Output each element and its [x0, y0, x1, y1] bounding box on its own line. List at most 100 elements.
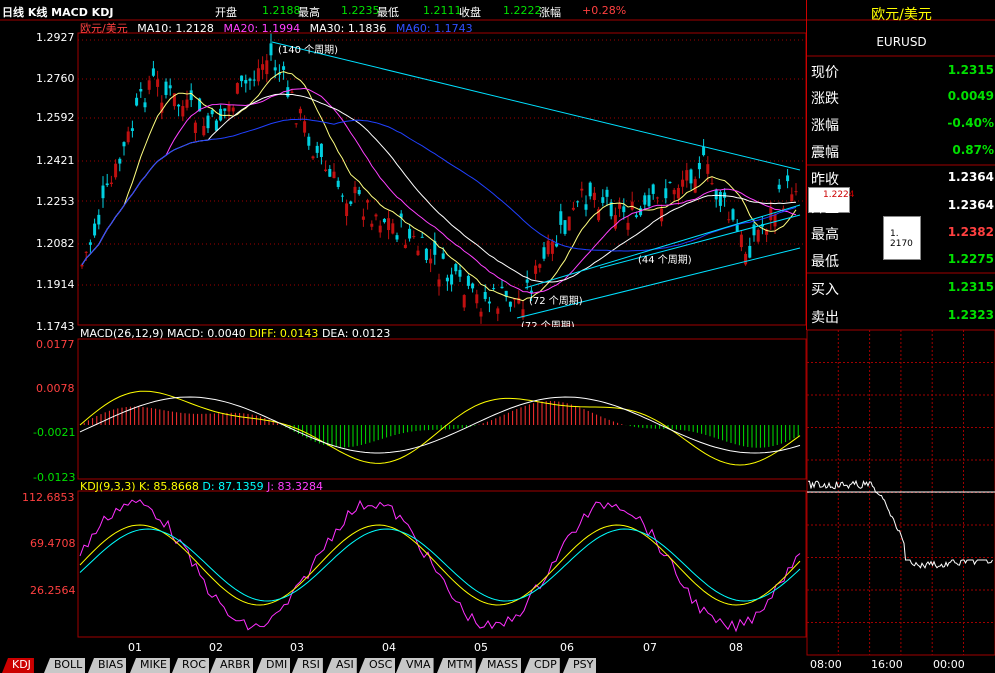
- candle-body: [130, 128, 134, 131]
- candle-body: [689, 169, 693, 184]
- candle-body: [542, 247, 546, 259]
- candle-body: [164, 81, 168, 95]
- candle-body: [651, 184, 655, 194]
- candle-body: [214, 120, 218, 131]
- candle-body: [181, 106, 185, 117]
- high-label: 最高: [298, 6, 320, 19]
- tab-mike[interactable]: MIKE: [130, 658, 170, 673]
- candle-body: [424, 248, 428, 260]
- candle-body: [240, 75, 244, 82]
- candle-body: [466, 275, 470, 286]
- tab-mass[interactable]: MASS: [477, 658, 521, 673]
- candle-body: [139, 89, 143, 92]
- trend-annotation: (72 个周期): [521, 321, 575, 327]
- close-label: 收盘: [459, 6, 481, 19]
- candle-body: [752, 224, 756, 236]
- candle-body: [605, 189, 609, 197]
- candle-body: [794, 191, 798, 193]
- y-tick: 1.2760: [36, 72, 75, 85]
- kdj-y-tick: 112.6853: [22, 491, 75, 504]
- y-tick: 1.2421: [36, 154, 75, 167]
- tab-asi[interactable]: ASI: [326, 658, 357, 673]
- candle-body: [668, 181, 672, 183]
- candle-body: [727, 219, 731, 221]
- candle-body: [672, 189, 676, 195]
- tab-bias[interactable]: BIAS: [88, 658, 127, 673]
- kdj-k-line: [79, 524, 801, 606]
- candle-body: [618, 203, 622, 209]
- candle-body: [387, 218, 391, 231]
- y-tick: 1.2927: [36, 31, 75, 44]
- candle-body: [340, 195, 344, 197]
- high-value: 1.2235: [341, 4, 380, 17]
- price-pane-frame: [77, 32, 807, 326]
- open-label: 开盘: [215, 6, 237, 19]
- candle-body: [496, 308, 500, 314]
- x-tick: 05: [474, 641, 488, 654]
- candle-body: [235, 83, 239, 94]
- intraday-x-tick: 16:00: [871, 658, 903, 671]
- candle-body: [370, 223, 374, 227]
- candle-body: [261, 64, 265, 70]
- candle-body: [151, 68, 155, 76]
- chart-title: 日线 K线 MACD KDJ: [2, 6, 114, 19]
- macd-y-tick: 0.0078: [36, 382, 75, 395]
- x-tick: 03: [290, 641, 304, 654]
- quote-value: 1.2323: [947, 308, 994, 322]
- tab-dmi[interactable]: DMI: [256, 658, 291, 673]
- macd-value: MACD: 0.0040: [167, 327, 246, 340]
- candle-body: [97, 214, 101, 225]
- tab-vma[interactable]: VMA: [396, 658, 434, 673]
- tab-mtm[interactable]: MTM: [437, 658, 476, 673]
- trend-annotation: (72 个周期): [529, 296, 583, 307]
- quote-value: -0.40%: [947, 116, 994, 130]
- tab-cdp[interactable]: CDP: [524, 658, 560, 673]
- tab-psy[interactable]: PSY: [563, 658, 597, 673]
- x-tick: 02: [209, 641, 223, 654]
- tab-roc[interactable]: ROC: [172, 658, 209, 673]
- candle-body: [366, 200, 370, 203]
- d-value: D: 87.1359: [202, 480, 264, 493]
- candle-body: [403, 244, 407, 249]
- candle-body: [109, 182, 113, 185]
- candle-body: [248, 78, 252, 81]
- candle-body: [647, 195, 651, 207]
- candle-body: [88, 242, 92, 245]
- candle-body: [416, 250, 420, 256]
- candle-body: [324, 169, 328, 172]
- x-tick: 08: [729, 641, 743, 654]
- legend-ma30: MA30: 1.1836: [309, 22, 387, 35]
- candle-body: [643, 195, 647, 205]
- candle-body: [114, 163, 118, 178]
- candle-body: [319, 143, 323, 158]
- quote-label: 最高: [811, 227, 839, 243]
- candle-body: [147, 80, 151, 90]
- tab-boll[interactable]: BOLL: [44, 658, 86, 673]
- y-tick: 1.2082: [36, 237, 75, 250]
- candle-body: [739, 234, 743, 248]
- quote-row: 最高 1.2382: [807, 222, 995, 245]
- x-tick: 06: [560, 641, 574, 654]
- y-tick: 1.1914: [36, 278, 75, 291]
- quote-row: 买入 1.2315: [807, 277, 995, 300]
- candle-body: [685, 170, 689, 181]
- legend-ma10: MA10: 1.2128: [137, 22, 214, 35]
- quote-label: 开盘: [811, 200, 839, 216]
- tab-kdj[interactable]: KDJ: [2, 658, 34, 673]
- candle-body: [714, 189, 718, 200]
- candle-body: [282, 66, 286, 70]
- tab-rsi[interactable]: RSI: [292, 658, 323, 673]
- candle-body: [450, 274, 454, 285]
- intraday-x-tick: 08:00: [810, 658, 842, 671]
- candle-body: [269, 43, 273, 56]
- tab-osc[interactable]: OSC: [359, 658, 396, 673]
- candle-body: [206, 115, 210, 129]
- macd-title: MACD(26,12,9): [80, 327, 164, 340]
- legend-ma20: MA20: 1.1994: [223, 22, 301, 35]
- candle-body: [391, 223, 395, 234]
- candle-body: [458, 269, 462, 277]
- trend-annotation: (44 个周期): [638, 255, 692, 266]
- candle-body: [118, 158, 122, 164]
- candle-body: [748, 245, 752, 258]
- tab-arbr[interactable]: ARBR: [210, 658, 254, 673]
